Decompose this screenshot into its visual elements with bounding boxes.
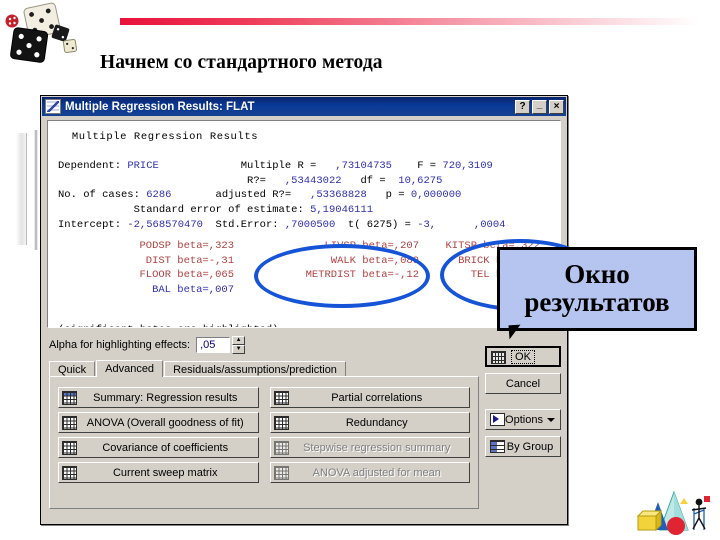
summary-regression-results-button[interactable]: Summary: Regression results bbox=[58, 387, 259, 408]
regression-results-window: Multiple Regression Results: FLAT ? _ × … bbox=[40, 95, 600, 525]
spinner-up-button[interactable]: ▲ bbox=[232, 336, 246, 345]
alpha-label: Alpha for highlighting effects: bbox=[49, 338, 191, 351]
page-title: Начнем со стандартного метода bbox=[100, 52, 383, 73]
callout-pointer bbox=[508, 324, 522, 340]
p-value: 0,000000 bbox=[410, 189, 462, 202]
window-title: Multiple Regression Results: FLAT bbox=[65, 100, 255, 113]
grid-icon bbox=[62, 440, 77, 455]
std-error-value: 5,19046111 bbox=[310, 203, 374, 216]
beta-item: FLOOR beta=,065 bbox=[139, 269, 234, 282]
beta-item: LIVSP beta=,207 bbox=[324, 240, 419, 253]
beta-item: DIST beta=-,31 bbox=[145, 254, 234, 267]
window-titlebar[interactable]: Multiple Regression Results: FLAT ? _ × bbox=[42, 97, 566, 116]
partial-correlations-button[interactable]: Partial correlations bbox=[269, 387, 470, 408]
intercept-line: Intercept: -2,568570470 Std.Error: ,7000… bbox=[58, 218, 506, 231]
side-button-panel: OK Cancel Options By Group bbox=[485, 346, 561, 463]
beta-item: WALK beta=,089 bbox=[330, 254, 419, 267]
multiple-r-value: ,73104735 bbox=[335, 160, 392, 173]
group-icon bbox=[490, 440, 505, 453]
redundancy-button[interactable]: Redundancy bbox=[269, 412, 470, 433]
beta-item: METRDIST beta=-,12 bbox=[305, 269, 419, 282]
results-window-callout: Окно результатов bbox=[497, 247, 697, 331]
adjusted-r-squared-value: ,53368828 bbox=[310, 189, 367, 202]
advanced-tab-panel: Summary: Regression results Partial corr… bbox=[49, 376, 479, 509]
alpha-control-row: Alpha for highlighting effects: ,05 ▲ ▼ bbox=[49, 336, 246, 354]
callout-line-2: результатов bbox=[524, 287, 670, 317]
spinner-down-button[interactable]: ▼ bbox=[232, 345, 246, 354]
anova-adjusted-for-mean-button: ANOVA adjusted for mean bbox=[269, 462, 470, 483]
grid-icon bbox=[62, 465, 77, 480]
rsq-line: R?= ,53443022 df = 10,6275 bbox=[58, 174, 443, 187]
grid-icon bbox=[273, 465, 289, 480]
cancel-button[interactable]: Cancel bbox=[485, 373, 561, 394]
options-button[interactable]: Options bbox=[485, 409, 561, 430]
tab-residuals[interactable]: Residuals/assumptions/prediction bbox=[164, 361, 346, 377]
beta-item bbox=[248, 283, 433, 298]
grid-icon bbox=[62, 415, 77, 430]
beta-coefficients-grid: PODSP beta=,323 LIVSP beta=,207 KITSP be… bbox=[58, 239, 554, 297]
keyboard-icon bbox=[491, 351, 506, 364]
minimize-button[interactable]: _ bbox=[532, 99, 547, 114]
intercept-value: -2,568570470 bbox=[127, 218, 203, 231]
dependent-line: Dependent: PRICE Multiple R = ,73104735 … bbox=[58, 160, 493, 173]
accent-rule bbox=[120, 18, 700, 25]
tab-strip: Quick Advanced Residuals/assumptions/pre… bbox=[49, 360, 551, 377]
spreadsheet-icon bbox=[45, 99, 61, 114]
df-value: 10,6275 bbox=[398, 174, 443, 187]
adj-rsq-line: No. of cases: 6286 adjusted R?= ,5336882… bbox=[58, 189, 462, 202]
beta-item: PODSP beta=,323 bbox=[139, 240, 234, 253]
window-buttons: ? _ × bbox=[515, 99, 564, 114]
current-sweep-matrix-button[interactable]: Current sweep matrix bbox=[58, 462, 259, 483]
grid-header-icon bbox=[62, 390, 77, 405]
covariance-of-coefficients-button[interactable]: Covariance of coefficients bbox=[58, 437, 259, 458]
grid-icon bbox=[273, 390, 289, 405]
left-edge-line bbox=[34, 130, 38, 250]
tab-quick[interactable]: Quick bbox=[49, 361, 96, 377]
alpha-input[interactable]: ,05 bbox=[196, 336, 231, 353]
dependent-value: PRICE bbox=[127, 160, 159, 173]
tab-advanced[interactable]: Advanced bbox=[96, 360, 164, 377]
f-value: 720,3109 bbox=[442, 160, 493, 173]
button-separator bbox=[485, 400, 561, 409]
ok-button[interactable]: OK bbox=[485, 346, 561, 367]
significance-footnote: (significant betas are highlighted) bbox=[58, 323, 554, 327]
dice-decoration-image bbox=[5, 2, 78, 63]
action-button-grid: Summary: Regression results Partial corr… bbox=[50, 377, 478, 493]
help-button[interactable]: ? bbox=[515, 99, 530, 114]
stepwise-regression-summary-button: Stepwise regression summary bbox=[269, 437, 470, 458]
chevron-down-icon bbox=[546, 417, 555, 422]
arrow-tool-icon bbox=[490, 413, 505, 426]
by-group-button[interactable]: By Group bbox=[485, 436, 561, 457]
anova-goodness-of-fit-button[interactable]: ANOVA (Overall goodness of fit) bbox=[58, 412, 259, 433]
left-edge-strip bbox=[16, 133, 27, 245]
beta-item: BAL beta=,007 bbox=[152, 283, 234, 296]
results-text-pane[interactable]: Multiple Regression Results Dependent: P… bbox=[47, 120, 561, 328]
results-heading: Multiple Regression Results bbox=[71, 131, 259, 143]
close-button[interactable]: × bbox=[549, 99, 564, 114]
r-squared-value: ,53443022 bbox=[284, 174, 342, 187]
std-error-line: Standard error of estimate: 5,19046111 bbox=[133, 203, 374, 216]
statistics-clipart-image bbox=[636, 490, 710, 535]
cases-value: 6286 bbox=[146, 189, 172, 202]
grid-icon bbox=[273, 415, 289, 430]
grid-icon bbox=[273, 440, 289, 455]
alpha-spinner[interactable]: ▲ ▼ bbox=[232, 336, 246, 354]
callout-line-1: Окно bbox=[564, 259, 630, 290]
